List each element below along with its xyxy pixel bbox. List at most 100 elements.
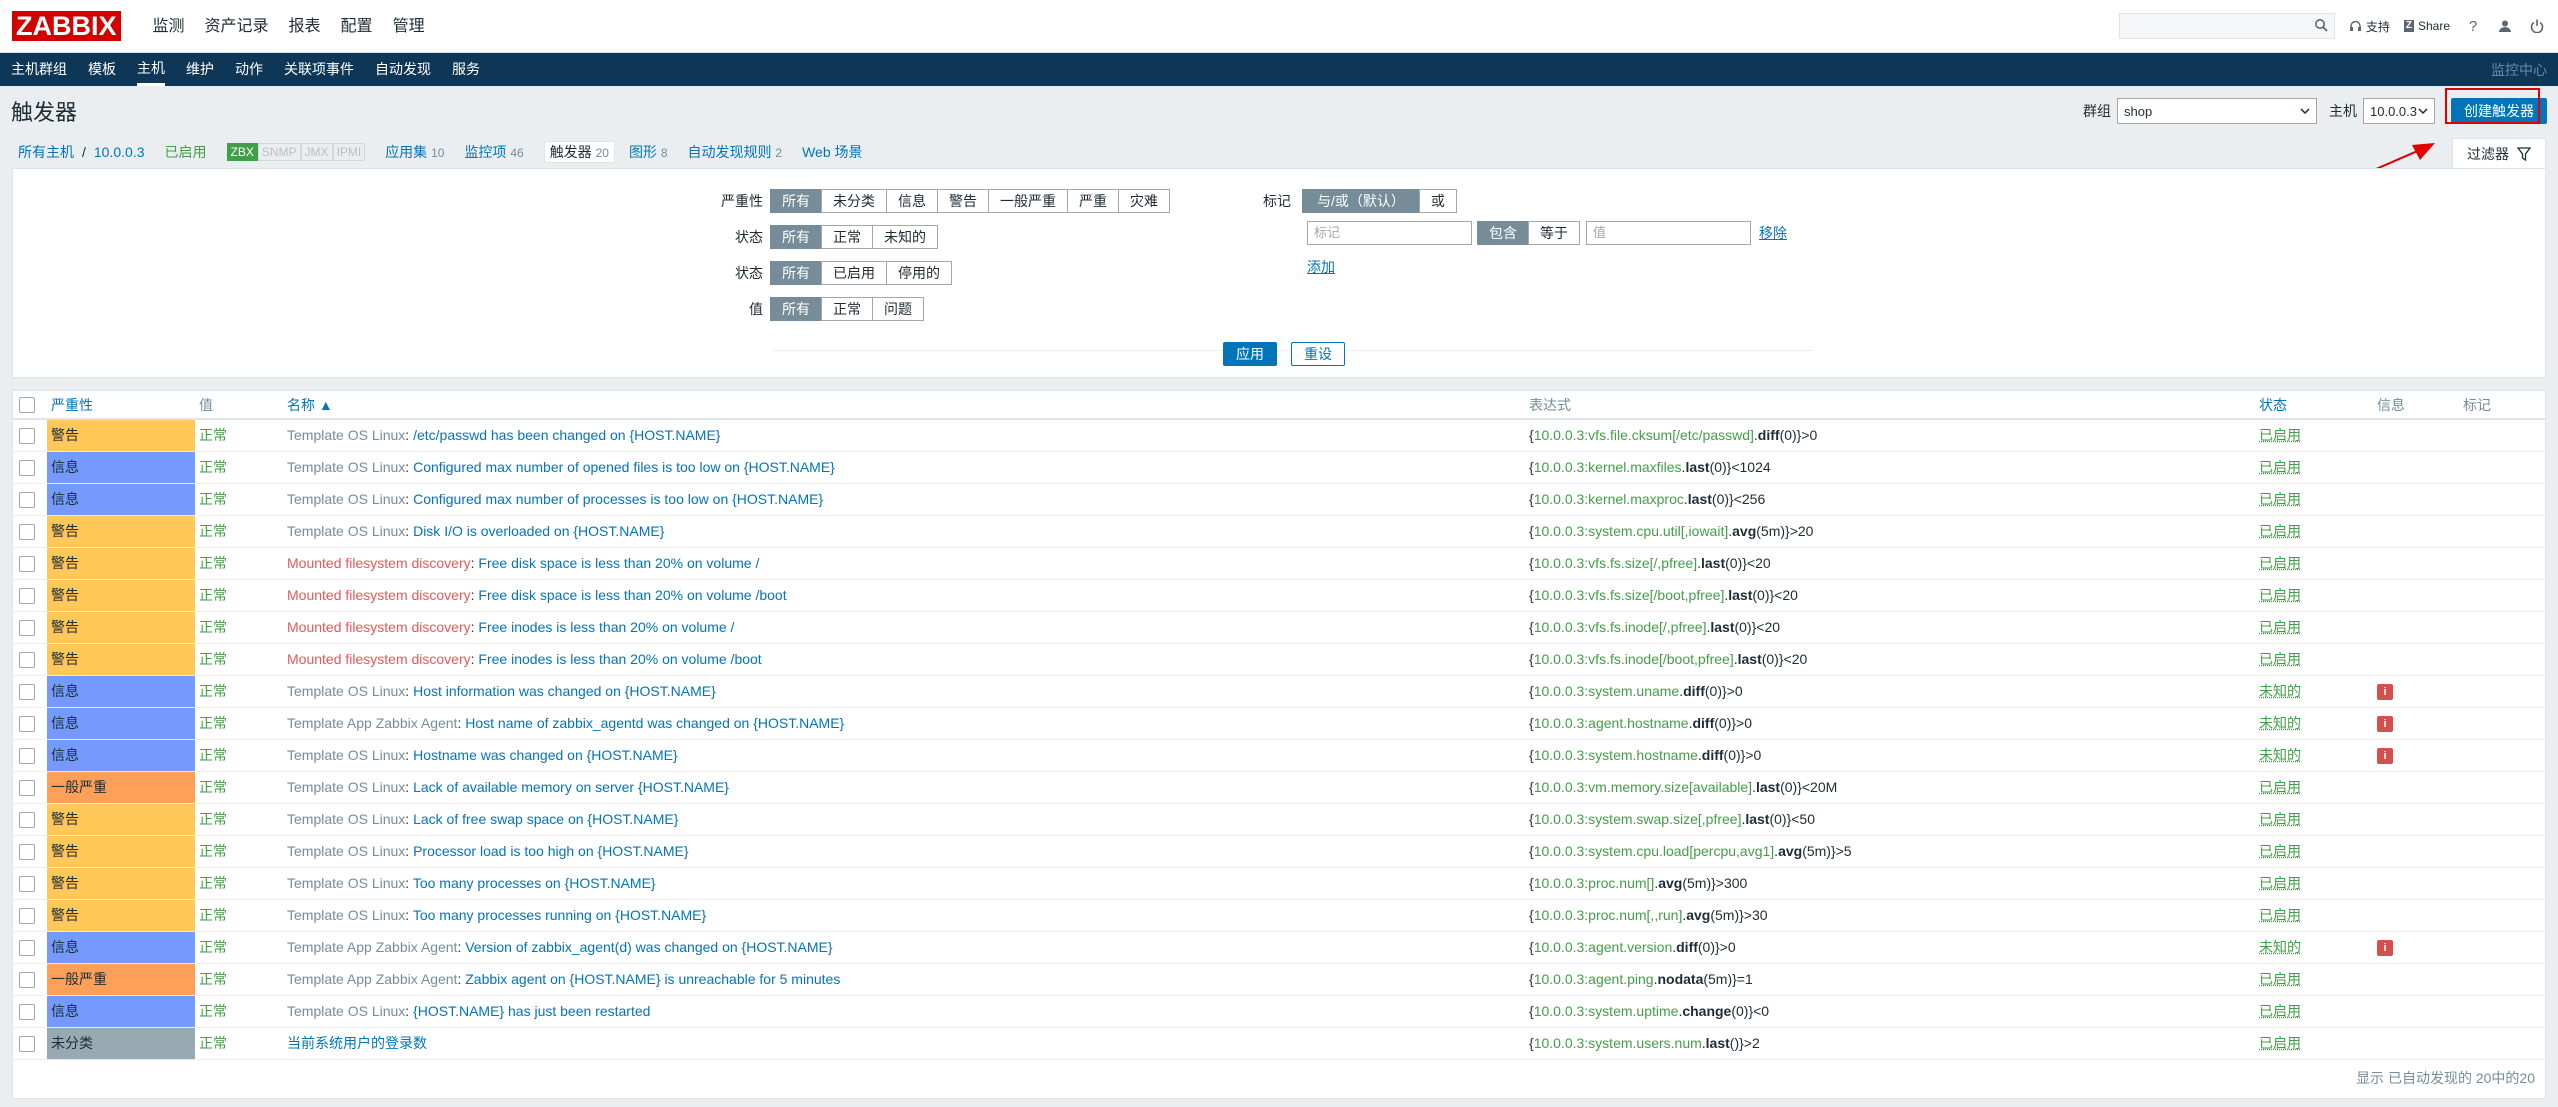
tab-web-scenarios[interactable]: Web 场景 xyxy=(802,142,862,162)
menu-administration[interactable]: 管理 xyxy=(383,0,435,53)
submenu-discovery[interactable]: 自动发现 xyxy=(375,53,431,86)
row-template-link[interactable]: Template OS Linux xyxy=(287,683,405,699)
value-option-ok[interactable]: 正常 xyxy=(821,297,873,321)
tab-discovery-rules[interactable]: 自动发现规则 2 xyxy=(688,142,783,162)
tags-mode-or[interactable]: 或 xyxy=(1418,189,1457,213)
row-trigger-name-link[interactable]: /etc/passwd has been changed on {HOST.NA… xyxy=(413,427,720,443)
row-template-link[interactable]: Template App Zabbix Agent xyxy=(287,971,457,987)
value-option-problem[interactable]: 问题 xyxy=(872,297,924,321)
row-template-link[interactable]: Mounted filesystem discovery xyxy=(287,619,471,635)
group-select[interactable]: shop xyxy=(2117,98,2317,124)
expr-item-link[interactable]: 10.0.0.3:agent.version xyxy=(1534,939,1673,955)
row-checkbox[interactable] xyxy=(19,587,35,604)
expr-item-link[interactable]: 10.0.0.3:system.cpu.load[percpu,avg1] xyxy=(1534,843,1774,859)
row-template-link[interactable]: Template OS Linux xyxy=(287,747,405,763)
user-profile-icon[interactable] xyxy=(2496,17,2514,35)
row-template-link[interactable]: Template OS Linux xyxy=(287,875,405,891)
expr-item-link[interactable]: 10.0.0.3:proc.num[,,run] xyxy=(1534,907,1683,923)
expr-item-link[interactable]: 10.0.0.3:system.users.num xyxy=(1534,1035,1702,1051)
row-trigger-name-link[interactable]: Lack of available memory on server {HOST… xyxy=(413,779,729,795)
row-trigger-name-link[interactable]: Version of zabbix_agent(d) was changed o… xyxy=(465,939,832,955)
help-icon[interactable]: ? xyxy=(2464,17,2482,35)
row-status-link[interactable]: 已启用 xyxy=(2259,971,2301,987)
row-status-link[interactable]: 已启用 xyxy=(2259,1003,2301,1019)
severity-option-average[interactable]: 一般严重 xyxy=(988,189,1068,213)
row-trigger-name-link[interactable]: 当前系统用户的登录数 xyxy=(287,1035,427,1051)
tag-remove-link[interactable]: 移除 xyxy=(1759,223,1787,243)
severity-option-all[interactable]: 所有 xyxy=(770,189,822,213)
row-template-link[interactable]: Template App Zabbix Agent xyxy=(287,715,457,731)
row-status-link[interactable]: 已启用 xyxy=(2259,587,2301,603)
tag-operator-equals[interactable]: 等于 xyxy=(1528,221,1580,245)
expr-item-link[interactable]: 10.0.0.3:kernel.maxproc xyxy=(1534,491,1684,507)
row-checkbox[interactable] xyxy=(19,427,35,444)
header-severity[interactable]: 严重性 xyxy=(47,391,195,420)
row-template-link[interactable]: Template OS Linux xyxy=(287,843,405,859)
status-option-enabled[interactable]: 已启用 xyxy=(821,261,887,285)
row-trigger-name-link[interactable]: Free inodes is less than 20% on volume /… xyxy=(478,651,761,667)
status-option-disabled[interactable]: 停用的 xyxy=(886,261,952,285)
row-checkbox[interactable] xyxy=(19,1003,35,1020)
host-status-enabled[interactable]: 已启用 xyxy=(165,142,207,162)
row-trigger-name-link[interactable]: Free inodes is less than 20% on volume / xyxy=(478,619,734,635)
row-template-link[interactable]: Template OS Linux xyxy=(287,491,405,507)
submenu-correlation[interactable]: 关联项事件 xyxy=(284,53,354,86)
expr-item-link[interactable]: 10.0.0.3:agent.hostname xyxy=(1534,715,1689,731)
info-icon[interactable]: i xyxy=(2377,684,2393,700)
row-status-link[interactable]: 已启用 xyxy=(2259,779,2301,795)
expr-item-link[interactable]: 10.0.0.3:vfs.fs.size[/boot,pfree] xyxy=(1534,587,1725,603)
expr-item-link[interactable]: 10.0.0.3:system.cpu.util[,iowait] xyxy=(1534,523,1729,539)
expr-item-link[interactable]: 10.0.0.3:vfs.fs.inode[/,pfree] xyxy=(1534,619,1707,635)
row-template-link[interactable]: Template OS Linux xyxy=(287,779,405,795)
tab-applications[interactable]: 应用集 10 xyxy=(385,142,444,162)
tab-items[interactable]: 监控项 46 xyxy=(464,142,523,162)
expr-item-link[interactable]: 10.0.0.3:proc.num[] xyxy=(1534,875,1655,891)
row-trigger-name-link[interactable]: Free disk space is less than 20% on volu… xyxy=(478,555,759,571)
row-status-link[interactable]: 已启用 xyxy=(2259,491,2301,507)
row-checkbox[interactable] xyxy=(19,907,35,924)
row-status-link[interactable]: 未知的 xyxy=(2259,747,2301,763)
row-checkbox[interactable] xyxy=(19,651,35,668)
state-option-unknown[interactable]: 未知的 xyxy=(872,225,938,249)
row-status-link[interactable]: 已启用 xyxy=(2259,1035,2301,1051)
row-checkbox[interactable] xyxy=(19,459,35,476)
tag-value-input[interactable]: 值 xyxy=(1586,221,1751,245)
row-template-link[interactable]: Mounted filesystem discovery xyxy=(287,587,471,603)
host-select[interactable]: 10.0.0.3 xyxy=(2363,98,2435,124)
row-checkbox[interactable] xyxy=(19,875,35,892)
select-all-checkbox[interactable] xyxy=(19,397,35,414)
severity-option-disaster[interactable]: 灾难 xyxy=(1118,189,1170,213)
sign-out-icon[interactable] xyxy=(2528,17,2546,35)
row-template-link[interactable]: Template OS Linux xyxy=(287,907,405,923)
expr-item-link[interactable]: 10.0.0.3:vfs.fs.size[/,pfree] xyxy=(1534,555,1697,571)
row-trigger-name-link[interactable]: Zabbix agent on {HOST.NAME} is unreachab… xyxy=(465,971,840,987)
row-trigger-name-link[interactable]: Disk I/O is overloaded on {HOST.NAME} xyxy=(413,523,664,539)
menu-inventory[interactable]: 资产记录 xyxy=(195,0,279,53)
tab-graphs[interactable]: 图形 8 xyxy=(629,142,668,162)
row-status-link[interactable]: 已启用 xyxy=(2259,875,2301,891)
row-status-link[interactable]: 未知的 xyxy=(2259,683,2301,699)
status-option-all[interactable]: 所有 xyxy=(770,261,822,285)
tab-triggers[interactable]: 触发器 20 xyxy=(543,141,615,163)
expr-item-link[interactable]: 10.0.0.3:vfs.fs.inode[/boot,pfree] xyxy=(1534,651,1734,667)
row-checkbox[interactable] xyxy=(19,939,35,956)
menu-configuration[interactable]: 配置 xyxy=(331,0,383,53)
filter-tab[interactable]: 过滤器 xyxy=(2452,138,2546,168)
row-template-link[interactable]: Template OS Linux xyxy=(287,427,405,443)
row-template-link[interactable]: Template OS Linux xyxy=(287,811,405,827)
row-trigger-name-link[interactable]: Hostname was changed on {HOST.NAME} xyxy=(413,747,678,763)
row-template-link[interactable]: Mounted filesystem discovery xyxy=(287,555,471,571)
row-status-link[interactable]: 未知的 xyxy=(2259,715,2301,731)
row-checkbox[interactable] xyxy=(19,619,35,636)
severity-option-information[interactable]: 信息 xyxy=(886,189,938,213)
search-input[interactable] xyxy=(2118,13,2335,39)
menu-monitoring[interactable]: 监测 xyxy=(143,0,195,53)
tag-name-input[interactable]: 标记 xyxy=(1307,221,1472,245)
severity-option-warning[interactable]: 警告 xyxy=(937,189,989,213)
row-checkbox[interactable] xyxy=(19,971,35,988)
row-trigger-name-link[interactable]: Host information was changed on {HOST.NA… xyxy=(413,683,716,699)
search-icon[interactable] xyxy=(2314,18,2328,32)
header-name[interactable]: 名称 ▲ xyxy=(283,391,1525,420)
monitoring-center-link[interactable]: 监控中心 xyxy=(2491,60,2547,80)
submenu-templates[interactable]: 模板 xyxy=(88,53,116,86)
